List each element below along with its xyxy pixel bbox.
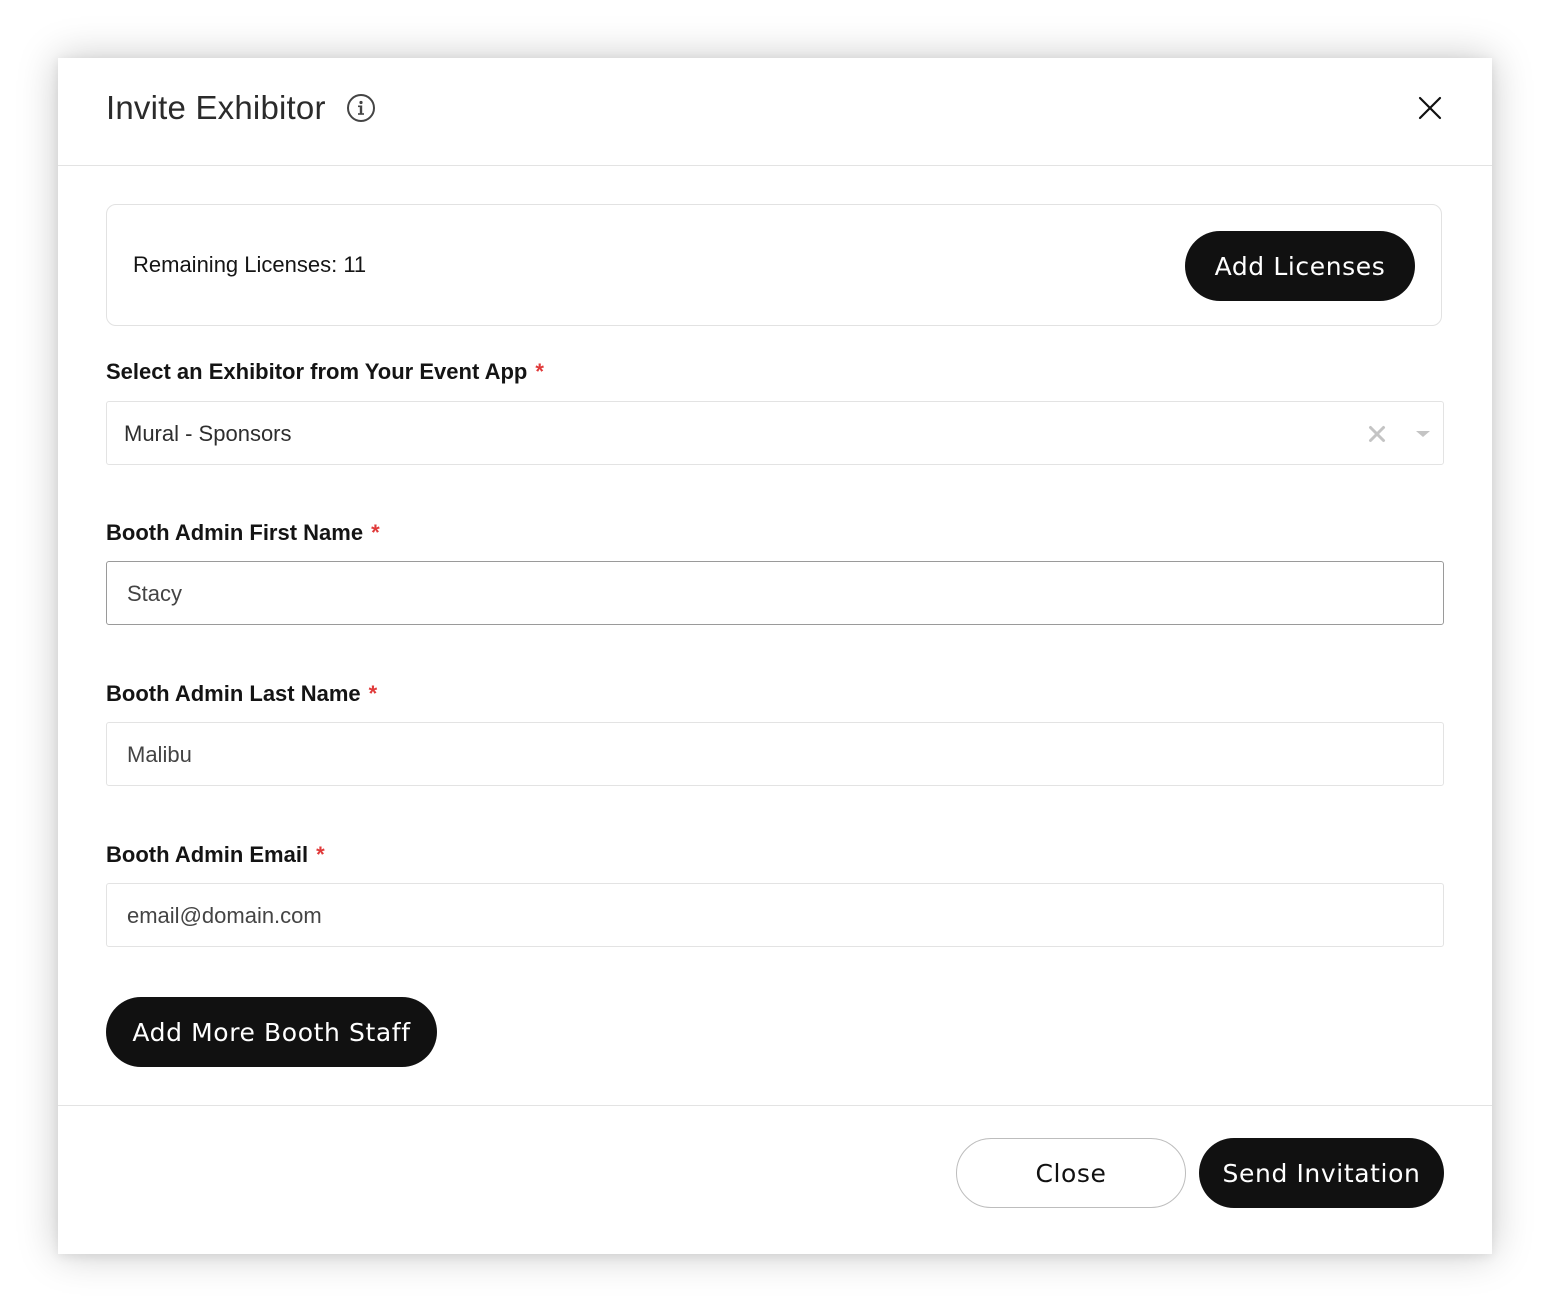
- last-name-field[interactable]: Malibu: [106, 722, 1444, 786]
- required-marker: *: [371, 520, 380, 545]
- first-name-label-text: Booth Admin First Name: [106, 520, 364, 545]
- close-icon[interactable]: [1416, 94, 1444, 122]
- required-marker: *: [535, 359, 544, 384]
- first-name-field[interactable]: Stacy: [106, 561, 1444, 625]
- modal-footer: Close Send Invitation: [58, 1105, 1492, 1254]
- info-icon[interactable]: [346, 93, 376, 123]
- add-licenses-button[interactable]: Add Licenses: [1185, 231, 1415, 301]
- remaining-licenses-text: Remaining Licenses: 11: [133, 252, 367, 277]
- chevron-down-icon[interactable]: [1415, 429, 1431, 439]
- email-label-text: Booth Admin Email: [106, 842, 309, 867]
- exhibitor-select-value: Mural - Sponsors: [124, 421, 292, 446]
- required-marker: *: [368, 681, 378, 706]
- last-name-label-text: Booth Admin Last Name: [106, 681, 361, 706]
- email-label: Booth Admin Email *: [106, 841, 325, 869]
- email-value: email@domain.com: [127, 903, 322, 928]
- first-name-label: Booth Admin First Name *: [106, 519, 380, 547]
- exhibitor-select-label: Select an Exhibitor from Your Event App *: [106, 358, 544, 386]
- modal-header: Invite Exhibitor: [58, 58, 1492, 166]
- last-name-value: Malibu: [127, 742, 192, 767]
- add-more-booth-staff-button[interactable]: Add More Booth Staff: [106, 997, 437, 1067]
- license-card: Remaining Licenses: 11 Add Licenses: [106, 204, 1442, 326]
- invite-exhibitor-modal: Invite Exhibitor Remaining Licenses: 11 …: [58, 58, 1492, 1254]
- required-marker: *: [316, 842, 325, 867]
- exhibitor-select-label-text: Select an Exhibitor from Your Event App: [106, 359, 528, 384]
- exhibitor-select[interactable]: Mural - Sponsors: [106, 401, 1444, 465]
- first-name-value: Stacy: [127, 581, 183, 606]
- modal-title: Invite Exhibitor: [106, 89, 326, 126]
- clear-x-icon[interactable]: [1367, 424, 1387, 444]
- send-invitation-button[interactable]: Send Invitation: [1199, 1138, 1444, 1208]
- email-field[interactable]: email@domain.com: [106, 883, 1444, 947]
- close-button[interactable]: Close: [956, 1138, 1186, 1208]
- last-name-label: Booth Admin Last Name *: [106, 680, 377, 708]
